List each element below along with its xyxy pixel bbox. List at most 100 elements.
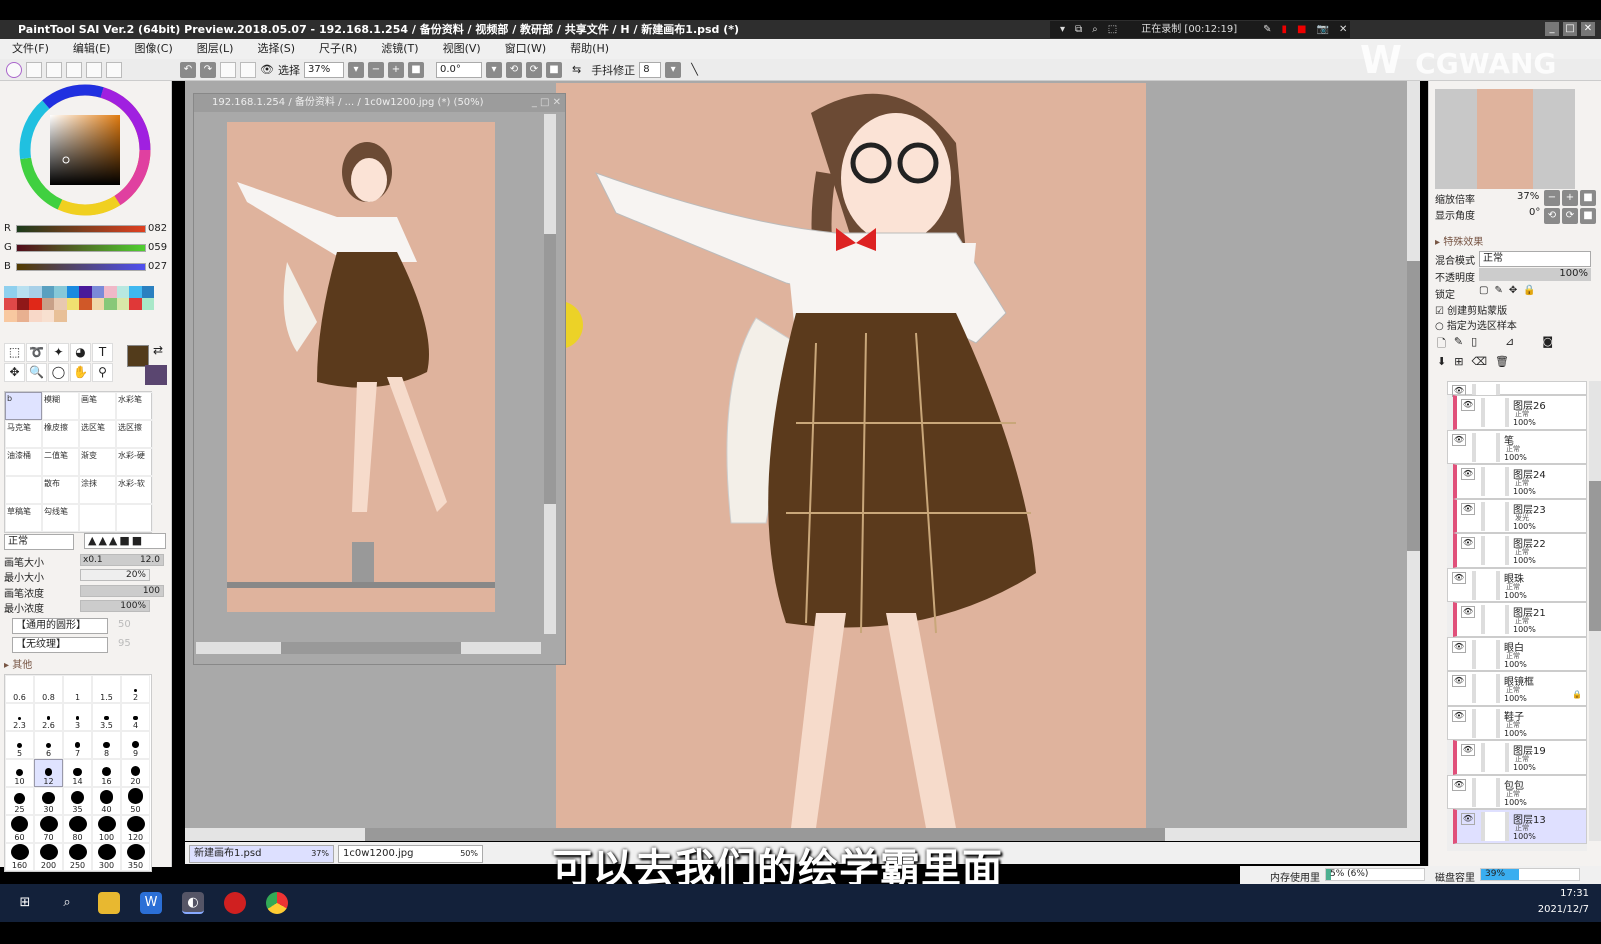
brush-slot[interactable]: 马克笔: [5, 420, 42, 448]
brush-size-option[interactable]: 5: [5, 731, 34, 759]
nav-rotate-reset[interactable]: ■: [1580, 208, 1596, 224]
menu-item[interactable]: 文件(F): [12, 39, 61, 59]
brush-slot[interactable]: [116, 504, 153, 532]
merge-down-icon[interactable]: ⬇: [1437, 355, 1446, 368]
r-value[interactable]: 082: [148, 223, 167, 234]
swatches-toggle[interactable]: [86, 61, 102, 78]
shape-strength[interactable]: 50: [118, 619, 131, 630]
texture-strength[interactable]: 95: [118, 638, 131, 649]
color-swatch[interactable]: [54, 310, 67, 322]
zoom-reset-button[interactable]: ■: [407, 61, 424, 78]
new-linework-icon[interactable]: ✎: [1454, 335, 1463, 354]
stabilizer-dropdown[interactable]: ▾: [665, 61, 682, 78]
color-swatch[interactable]: [41, 310, 54, 322]
angle-field[interactable]: 0.0°: [435, 61, 482, 78]
visibility-eye-icon[interactable]: 👁: [1461, 606, 1475, 618]
new-layer-icon[interactable]: 🗋: [1437, 335, 1446, 354]
color-swatch[interactable]: [66, 286, 79, 298]
paint-tool-sai-icon[interactable]: ◐: [182, 892, 204, 914]
reference-hscroll[interactable]: [196, 642, 541, 654]
palette-toggle[interactable]: [66, 61, 82, 78]
rotate-right-button[interactable]: ⟳: [525, 61, 542, 78]
other-section-toggle[interactable]: ▸ 其他: [4, 656, 32, 671]
main-canvas[interactable]: [556, 83, 1146, 828]
color-swatch[interactable]: [116, 298, 129, 310]
color-swatch[interactable]: [54, 298, 67, 310]
lasso-tool-icon[interactable]: ➰: [26, 343, 47, 362]
brush-shape-select[interactable]: 【通用的圆形】: [12, 618, 108, 634]
color-swatch[interactable]: [4, 298, 17, 310]
window-icon[interactable]: ⧉: [1075, 21, 1082, 38]
brush-size-option[interactable]: 2.3: [5, 703, 34, 731]
swap-colors-icon[interactable]: ⇄: [153, 343, 163, 357]
visibility-eye-icon[interactable]: 👁: [1452, 675, 1466, 687]
layer-item[interactable]: 👁 包包 正常 100%: [1447, 774, 1587, 809]
visibility-eye-icon[interactable]: 👁: [1461, 537, 1475, 549]
texture-select[interactable]: 【无纹理】: [12, 637, 108, 653]
color-swatch[interactable]: [104, 286, 117, 298]
layer-item[interactable]: 👁 眼镜框 正常 100% 🔒: [1447, 671, 1587, 706]
brush-slot[interactable]: 二值笔: [42, 448, 79, 476]
brush-slot[interactable]: 模糊: [42, 392, 79, 420]
menu-item[interactable]: 图像(C): [134, 39, 184, 59]
delete-layer-icon[interactable]: 🗑: [1495, 355, 1509, 368]
brush-size-option[interactable]: 7: [63, 731, 92, 759]
brush-slot[interactable]: 渐变: [79, 448, 116, 476]
brush-slot[interactable]: 水彩笔: [116, 392, 153, 420]
brush-size-option[interactable]: 6: [34, 731, 63, 759]
nav-angle-value[interactable]: 0°: [1529, 207, 1540, 218]
deselect-button[interactable]: [220, 61, 236, 78]
zoom-in-button[interactable]: +: [387, 61, 404, 78]
layer-item[interactable]: 👁 图层19 正常 100%: [1453, 740, 1587, 775]
brush-size-option[interactable]: 20: [121, 759, 150, 787]
layer-item[interactable]: 👁 图层23 发光 100%: [1453, 498, 1587, 533]
move-tool-icon[interactable]: ✥: [4, 363, 25, 382]
visibility-eye-icon[interactable]: 👁: [1461, 744, 1475, 756]
brush-size-option[interactable]: 350: [121, 843, 150, 871]
rotate-reset-button[interactable]: ■: [545, 61, 562, 78]
color-swatch[interactable]: [66, 298, 79, 310]
zoom-dropdown[interactable]: ▾: [347, 61, 364, 78]
layer-item[interactable]: 👁 笔正常 100%: [1447, 429, 1587, 464]
brush-size-option[interactable]: 12: [34, 759, 63, 787]
document-tab[interactable]: 新建画布1.psd 37%: [189, 845, 334, 863]
min-size-slider[interactable]: 20%: [80, 569, 150, 581]
brush-size-option[interactable]: 200: [34, 843, 63, 871]
color-swatch[interactable]: [79, 286, 92, 298]
brush-size-option[interactable]: 70: [34, 815, 63, 843]
brush-size-option[interactable]: 60: [5, 815, 34, 843]
layer-item[interactable]: 👁 眼珠 正常 100%: [1447, 567, 1587, 602]
brush-size-option[interactable]: 3.5: [92, 703, 121, 731]
menu-item[interactable]: 视图(V): [443, 39, 493, 59]
brush-size-option[interactable]: 35: [63, 787, 92, 815]
zoom-tool-icon[interactable]: 🔍: [26, 363, 47, 382]
maximize-button[interactable]: □: [1563, 22, 1577, 36]
layer-item[interactable]: 👁100%: [1447, 381, 1587, 413]
brush-size-option[interactable]: 250: [63, 843, 92, 871]
brush-size-option[interactable]: 30: [34, 787, 63, 815]
layer-item[interactable]: 👁 鞋子 正常 100%: [1447, 705, 1587, 740]
word-icon[interactable]: W: [140, 892, 162, 914]
min-density-slider[interactable]: 100%: [80, 600, 150, 612]
color-swatch[interactable]: [129, 286, 142, 298]
angle-dropdown[interactable]: ▾: [485, 61, 502, 78]
layer-list-scrollbar[interactable]: [1589, 381, 1601, 841]
redo-button[interactable]: ↷: [200, 61, 216, 78]
navigator-preview[interactable]: [1435, 89, 1575, 189]
eye-icon[interactable]: 👁: [260, 63, 274, 76]
brush-slot[interactable]: [5, 476, 42, 504]
eyedropper-tool-icon[interactable]: ⚲: [92, 363, 113, 382]
filter-icon[interactable]: ⊿: [1505, 335, 1514, 354]
color-swatch[interactable]: [41, 298, 54, 310]
brush-size-option[interactable]: 160: [5, 843, 34, 871]
background-color[interactable]: [145, 365, 167, 385]
size-multiplier[interactable]: x0.1: [81, 555, 103, 565]
close-button[interactable]: ✕: [1581, 22, 1595, 36]
color-swatch[interactable]: [129, 298, 142, 310]
brush-slot[interactable]: [79, 504, 116, 532]
fill-shape-tool-icon[interactable]: ◕: [70, 343, 91, 362]
line-tool-icon[interactable]: ╲: [691, 63, 698, 76]
color-swatch[interactable]: [16, 286, 29, 298]
rotate-tool-icon[interactable]: ◯: [48, 363, 69, 382]
windows-start-icon[interactable]: ⊞: [14, 892, 36, 914]
